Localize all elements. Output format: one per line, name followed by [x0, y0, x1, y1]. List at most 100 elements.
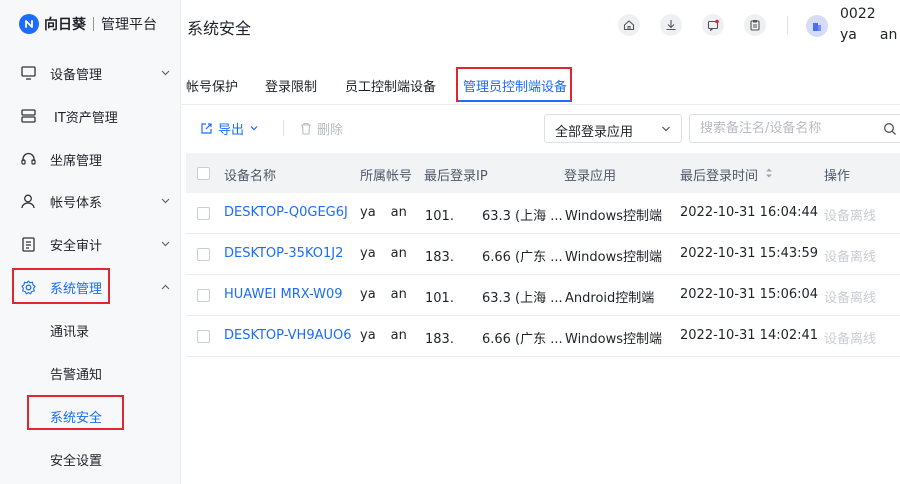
- table-row: DESKTOP-Q0GEG6J ya an 101. 63.3 (上海 ... Wi…: [186, 193, 900, 234]
- header-divider: [787, 16, 788, 34]
- login-app-cell: Windows控制端: [565, 209, 663, 224]
- export-button[interactable]: 导出: [200, 118, 259, 138]
- account-cell: ya an: [360, 246, 407, 261]
- tab-bar: 帐号保护 登录限制 员工控制端设备 管理员控制端设备: [181, 62, 900, 106]
- sort-icon[interactable]: [765, 167, 773, 179]
- device-name-link[interactable]: DESKTOP-VH9AUO6: [224, 328, 352, 343]
- ip-cell: 101. 63.3 (上海 ...: [425, 291, 563, 306]
- last-login-time-cell: 2022-10-31 15:06:04: [680, 287, 819, 302]
- column-header-login-app: 登录应用: [564, 169, 617, 184]
- device-name-link[interactable]: HUAWEI MRX-W09: [224, 287, 343, 302]
- sidebar-subitem-label: 系统安全: [50, 411, 103, 426]
- device-offline-status: 设备离线: [824, 332, 877, 347]
- page-title: 系统安全: [187, 19, 252, 38]
- sidebar-subitem-alert-notifications[interactable]: 告警通知: [0, 352, 181, 392]
- search-box[interactable]: [689, 114, 900, 143]
- sidebar-subitem-label: 通讯录: [50, 325, 90, 340]
- trash-icon: [301, 122, 311, 135]
- select-all-checkbox[interactable]: [197, 167, 210, 180]
- sidebar-subitem-system-security[interactable]: 系统安全: [0, 395, 181, 435]
- device-name-link[interactable]: DESKTOP-35KO1J2: [224, 246, 343, 261]
- brand[interactable]: 向日葵 管理平台: [19, 13, 157, 35]
- tab-account-protection[interactable]: 帐号保护: [186, 76, 238, 95]
- login-app-cell: Android控制端: [565, 291, 655, 306]
- user-icon: [20, 193, 36, 209]
- clipboard-button[interactable]: [744, 14, 766, 36]
- column-header-actions: 操作: [824, 169, 851, 184]
- sidebar-item-device-management[interactable]: 设备管理: [0, 53, 181, 93]
- sidebar-item-label: 坐席管理: [50, 153, 103, 169]
- clipboard-icon: [750, 20, 760, 31]
- row-checkbox[interactable]: [197, 207, 210, 220]
- sidebar-item-seat-management[interactable]: 坐席管理: [0, 139, 181, 179]
- sidebar-item-label: 设备管理: [50, 67, 103, 83]
- column-header-account: 所属帐号: [360, 169, 413, 184]
- device-offline-status: 设备离线: [824, 291, 877, 306]
- tab-divider: [181, 104, 900, 105]
- table-row: DESKTOP-VH9AUO6 ya an 183. 6.66 (广东 ... Wi…: [186, 316, 900, 357]
- sidebar-item-label: 安全审计: [50, 238, 103, 254]
- delete-label: 删除: [317, 122, 344, 138]
- login-app-cell: Windows控制端: [565, 250, 663, 265]
- headset-icon: [20, 151, 36, 167]
- gear-icon: [20, 279, 36, 295]
- device-name-link[interactable]: DESKTOP-Q0GEG6J: [224, 205, 348, 220]
- download-button[interactable]: [660, 14, 682, 36]
- tab-admin-devices[interactable]: 管理员控制端设备: [463, 76, 567, 95]
- sidebar-item-security-audit[interactable]: 安全审计: [0, 224, 181, 264]
- monitor-icon: [20, 65, 36, 81]
- last-login-time-cell: 2022-10-31 14:02:41: [680, 328, 819, 343]
- table-row: DESKTOP-35KO1J2 ya an 183. 6.66 (广东 ... Wi…: [186, 234, 900, 275]
- building-icon: [813, 23, 821, 31]
- delete-button[interactable]: 删除: [300, 118, 343, 138]
- brand-divider: [93, 17, 94, 31]
- search-input[interactable]: [700, 121, 870, 136]
- chevron-down-icon: [160, 196, 170, 206]
- sidebar-item-it-assets[interactable]: IT资产管理: [0, 96, 181, 136]
- search-icon: [884, 123, 896, 135]
- notification-button[interactable]: [702, 14, 724, 36]
- sunlogin-logo-icon: [19, 14, 39, 34]
- message-icon: [707, 19, 719, 31]
- account-cell: ya an: [360, 205, 407, 220]
- sidebar-item-system-management[interactable]: 系统管理: [0, 267, 181, 307]
- top-header: 系统安全 0022 ya an: [181, 0, 900, 52]
- sidebar-item-label: 系统管理: [50, 281, 103, 297]
- select-value: 全部登录应用: [555, 125, 634, 140]
- ip-cell: 101. 63.3 (上海 ...: [425, 209, 563, 224]
- brand-name: 向日葵: [44, 17, 86, 33]
- row-checkbox[interactable]: [197, 289, 210, 302]
- tab-login-restrictions[interactable]: 登录限制: [265, 76, 317, 95]
- export-icon: [201, 122, 212, 134]
- device-offline-status: 设备离线: [824, 250, 877, 265]
- login-app-filter-select[interactable]: 全部登录应用: [544, 114, 682, 143]
- avatar[interactable]: [806, 15, 828, 37]
- ip-cell: 183. 6.66 (广东 ...: [425, 332, 563, 347]
- chevron-down-icon: [662, 126, 670, 132]
- account-cell: ya an: [360, 328, 407, 343]
- device-offline-status: 设备离线: [824, 209, 877, 224]
- user-id: 0022: [840, 6, 876, 22]
- download-icon: [666, 20, 676, 31]
- chevron-up-icon: [160, 282, 170, 292]
- sidebar-subitem-security-settings[interactable]: 安全设置: [0, 438, 181, 478]
- home-button[interactable]: [618, 14, 640, 36]
- last-login-time-cell: 2022-10-31 16:04:44: [680, 205, 819, 220]
- sidebar-subitem-contacts[interactable]: 通讯录: [0, 309, 181, 349]
- table-row: HUAWEI MRX-W09 ya an 101. 63.3 (上海 ... And…: [186, 275, 900, 316]
- sidebar-subitem-label: 告警通知: [50, 368, 103, 383]
- column-header-device-name: 设备名称: [224, 169, 277, 184]
- chevron-down-icon: [250, 126, 258, 131]
- chevron-down-icon: [160, 68, 170, 78]
- column-header-last-login-time[interactable]: 最后登录时间: [680, 165, 758, 184]
- home-icon: [623, 20, 635, 31]
- table-header: 设备名称 所属帐号 最后登录IP 登录应用 最后登录时间 操作: [186, 153, 900, 193]
- user-name: ya an: [840, 27, 898, 43]
- sidebar-item-account-system[interactable]: 帐号体系: [0, 181, 181, 221]
- tab-employee-devices[interactable]: 员工控制端设备: [345, 76, 436, 95]
- login-app-cell: Windows控制端: [565, 332, 663, 347]
- last-login-time-cell: 2022-10-31 15:43:59: [680, 246, 819, 261]
- row-checkbox[interactable]: [197, 330, 210, 343]
- row-checkbox[interactable]: [197, 248, 210, 261]
- chevron-down-icon: [160, 239, 170, 249]
